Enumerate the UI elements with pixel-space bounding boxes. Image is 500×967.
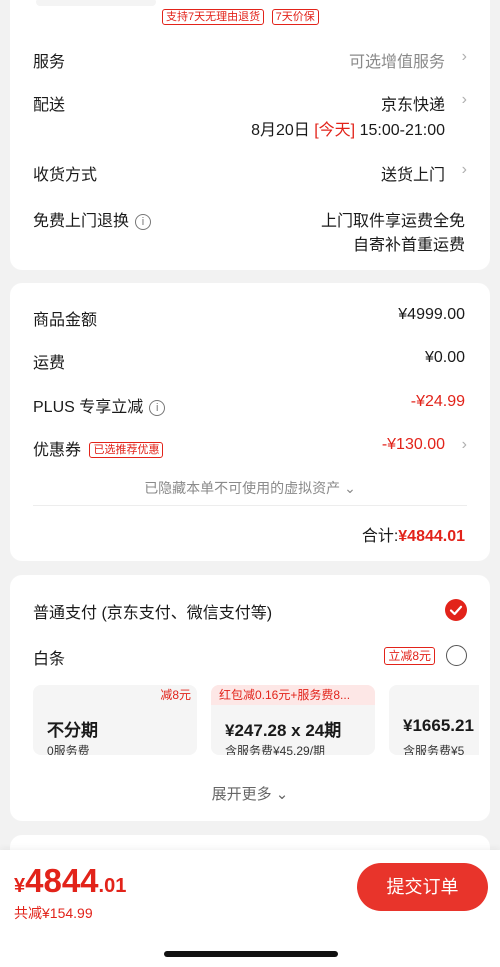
info-icon[interactable]: i (149, 400, 166, 416)
receive-method-row[interactable]: 收货方式 送货上门 › (33, 161, 467, 184)
tag-7day-return: 支持7天无理由退货 (162, 9, 265, 25)
delivery-row[interactable]: 配送 京东快递 › 8月20日 [今天] 15:00-21:00 (33, 91, 467, 140)
delivery-window: 15:00-21:00 (359, 122, 445, 139)
divider (33, 505, 467, 506)
delivery-carrier: 京东快递 (380, 97, 445, 114)
footer-price-dec: .01 (98, 875, 127, 897)
product-thumb-strip (36, 0, 156, 6)
free-return-line2: 自寄补首重运费 (352, 237, 465, 254)
shipping-label: 运费 (33, 355, 66, 372)
home-indicator (164, 951, 338, 957)
baitiao-row[interactable]: 白条 立减8元 (33, 645, 467, 669)
receive-method-value: 送货上门 (380, 167, 445, 184)
installment-fee: 含服务费¥5 (403, 744, 465, 755)
total-label: 合计: (361, 528, 399, 545)
info-icon[interactable]: i (135, 214, 152, 230)
plus-discount-value: -¥24.99 (410, 393, 465, 410)
footer-price: ¥4844.01 (14, 862, 126, 900)
goods-amount-label: 商品金额 (33, 312, 98, 329)
installment-option-none[interactable]: 减8元 不分期 0服务费 (33, 685, 197, 755)
service-row[interactable]: 服务 可选增值服务 › (33, 48, 467, 71)
hidden-assets-toggle[interactable]: 已隐藏本单不可使用的虚拟资产 ⌄ (10, 478, 490, 498)
baitiao-discount-tag: 立减8元 (384, 647, 435, 665)
installment-fee: 0服务费 (47, 744, 90, 755)
total-row: 合计:¥4844.01 (362, 522, 465, 546)
hidden-assets-text: 已隐藏本单不可使用的虚拟资产 (144, 480, 341, 496)
order-info-card: 支持7天无理由退货 7天价保 服务 可选增值服务 › 配送 京东快递 › 8月2… (10, 0, 490, 270)
footer-price-int: 4844 (25, 862, 99, 899)
installment-title: 不分期 (47, 721, 98, 740)
delivery-time: 8月20日 [今天] 15:00-21:00 (251, 116, 445, 140)
expand-more-toggle[interactable]: 展开更多 ⌄ (10, 783, 490, 804)
service-label: 服务 (33, 54, 66, 71)
chevron-right-icon: › (461, 161, 467, 178)
expand-more-text: 展开更多 (211, 786, 272, 803)
coupon-label: 优惠券 (33, 442, 82, 459)
payment-card: 普通支付 (京东支付、微信支付等) 白条 立减8元 减8元 不分期 0服务费 红… (10, 575, 490, 821)
price-summary-card: 商品金额 ¥4999.00 运费 ¥0.00 PLUS 专享立减 i -¥24.9… (10, 283, 490, 561)
baitiao-label: 白条 (33, 651, 66, 668)
normal-pay-row[interactable]: 普通支付 (京东支付、微信支付等) (33, 599, 467, 623)
delivery-label: 配送 (33, 97, 66, 114)
installment-discount-badge: 减8元 (160, 688, 191, 702)
service-value: 可选增值服务 (348, 54, 445, 71)
normal-pay-label: 普通支付 (京东支付、微信支付等) (33, 605, 273, 622)
installment-option-24[interactable]: 红包减0.16元+服务费8... ¥247.28 x 24期 含服务费¥45.2… (211, 685, 375, 755)
chevron-right-icon: › (461, 91, 467, 108)
delivery-date: 8月20日 (251, 122, 310, 139)
free-return-label-wrap: 免费上门退换 i (33, 207, 152, 231)
delivery-today-tag: [今天] (314, 122, 356, 139)
chevron-right-icon: › (461, 48, 467, 65)
submit-order-label: 提交订单 (386, 877, 459, 897)
installment-fee: 含服务费¥45.29/期 (225, 744, 326, 755)
chevron-down-icon: ⌄ (344, 480, 356, 496)
installment-title: ¥1665.21 (403, 716, 474, 735)
installment-option-3[interactable]: ¥1665.21 含服务费¥5 (389, 685, 479, 755)
guarantee-tags: 支持7天无理由退货 7天价保 (162, 7, 319, 25)
checkmark-selected-icon[interactable] (445, 599, 467, 621)
tag-7day-price-protect: 7天价保 (271, 9, 319, 25)
goods-amount-value: ¥4999.00 (398, 306, 465, 323)
free-return-label: 免费上门退换 (33, 213, 130, 230)
free-return-line1: 上门取件享运费全免 (320, 213, 465, 230)
installment-promo-header: 红包减0.16元+服务费8... (211, 685, 375, 705)
coupon-recommended-tag: 已选推荐优惠 (89, 442, 164, 458)
receive-method-label: 收货方式 (33, 167, 98, 184)
coupon-label-wrap: 优惠券 已选推荐优惠 (33, 436, 164, 460)
footer-saved: 共减¥154.99 (14, 905, 93, 921)
plus-label-wrap: PLUS 专享立减 i (33, 393, 166, 417)
footer-currency: ¥ (14, 875, 26, 897)
free-return-row: 免费上门退换 i 上门取件享运费全免 自寄补首重运费 (33, 207, 467, 254)
bottom-bar: ¥4844.01 共减¥154.99 提交订单 (0, 850, 500, 967)
chevron-down-icon: ⌄ (275, 786, 289, 803)
installment-title: ¥247.28 x 24期 (225, 721, 342, 740)
submit-order-button[interactable]: 提交订单 (357, 863, 488, 911)
total-value: ¥4844.01 (398, 528, 465, 545)
chevron-right-icon: › (461, 436, 467, 453)
coupon-value: -¥130.00 (381, 436, 445, 453)
shipping-value: ¥0.00 (424, 349, 465, 366)
radio-unselected-icon[interactable] (446, 645, 467, 666)
plus-label: PLUS 专享立减 (33, 399, 144, 416)
